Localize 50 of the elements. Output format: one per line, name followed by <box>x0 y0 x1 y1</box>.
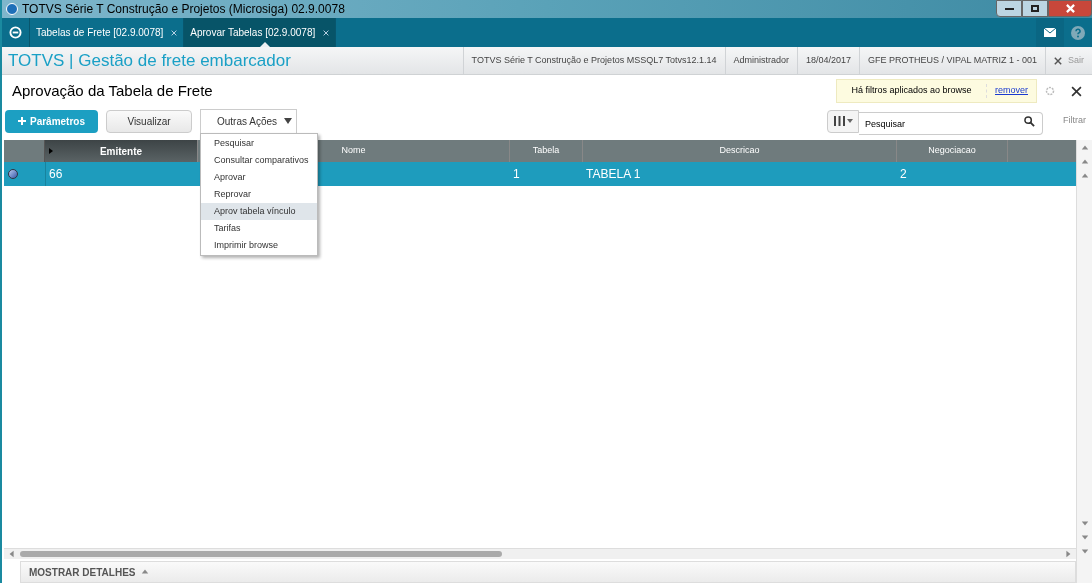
maximize-button[interactable] <box>1022 0 1048 17</box>
close-icon[interactable] <box>1054 56 1062 65</box>
filter-notice-text: Há filtros aplicados ao browse <box>837 84 987 98</box>
expand-icon[interactable] <box>141 568 150 576</box>
minimize-button[interactable] <box>996 0 1022 17</box>
close-icon[interactable] <box>1071 85 1082 97</box>
header-info: 18/04/2017 <box>797 47 860 74</box>
menu-item[interactable]: Reprovar <box>201 186 317 203</box>
column-header[interactable]: Emitente <box>45 140 198 162</box>
menu-item[interactable]: Aprovar <box>201 169 317 186</box>
close-button[interactable] <box>1048 0 1092 17</box>
app-icon <box>6 3 18 15</box>
scroll-top-icon[interactable] <box>1080 144 1089 152</box>
more-actions-dropdown[interactable]: Outras Ações <box>200 108 297 134</box>
table-cell-text: TABELA 1 <box>586 166 641 183</box>
scroll-left-icon[interactable] <box>8 550 16 558</box>
search-field[interactable]: Pesquisar <box>859 112 1043 135</box>
scroll-right-icon[interactable] <box>1064 550 1072 558</box>
brand-title: TOTVS | Gestão de frete embarcador <box>7 49 291 72</box>
caret-icon[interactable] <box>846 119 853 123</box>
mail-icon[interactable] <box>1036 18 1064 47</box>
table-cell-text: 66 <box>49 166 63 183</box>
gear-icon[interactable] <box>1045 86 1055 96</box>
table-cell-text: 1 <box>513 166 520 183</box>
scroll-up-icon[interactable] <box>1080 172 1089 180</box>
filter-link[interactable]: Filtrar <box>1063 114 1086 128</box>
menu-item[interactable]: Imprimir browse <box>201 237 317 254</box>
plus-icon <box>18 117 26 125</box>
header-info: GFE PROTHEUS / VIPAL MATRIZ 1 - 001 <box>859 47 1045 74</box>
details-bar[interactable]: MOSTRAR DETALHES <box>20 561 1076 583</box>
home-icon[interactable] <box>9 26 22 39</box>
table-cell-text: 2 <box>900 166 907 183</box>
remove-filter-link[interactable]: remover <box>987 84 1036 98</box>
tab[interactable]: Aprovar Tabelas [02.9.0078] <box>184 18 337 47</box>
columns-selector[interactable] <box>827 109 859 133</box>
columns-icon[interactable] <box>833 116 845 126</box>
header-info: TOTVS Série T Construção e Projetos MSSQL7 Totvs12.1.14 <box>462 47 725 74</box>
page-down-icon[interactable] <box>1080 533 1089 541</box>
page-title: Aprovação da Tabela de Frete <box>12 80 213 101</box>
menu-item[interactable]: Tarifas <box>201 220 317 237</box>
scroll-down-icon[interactable] <box>1080 519 1089 527</box>
page-up-icon[interactable] <box>1080 158 1089 166</box>
scroll-bottom-icon[interactable] <box>1080 547 1089 555</box>
header-info: Administrador <box>724 47 798 74</box>
details-label[interactable]: MOSTRAR DETALHES <box>29 564 136 580</box>
view-button[interactable]: Visualizar <box>106 109 192 133</box>
menu-item[interactable]: Aprov tabela vínculo <box>201 203 317 220</box>
window-title: TOTVS Série T Construção e Projetos (Microsiga) 02.9.0078 <box>22 1 345 18</box>
caret-icon[interactable] <box>284 118 292 124</box>
search-icon[interactable] <box>1024 115 1035 127</box>
